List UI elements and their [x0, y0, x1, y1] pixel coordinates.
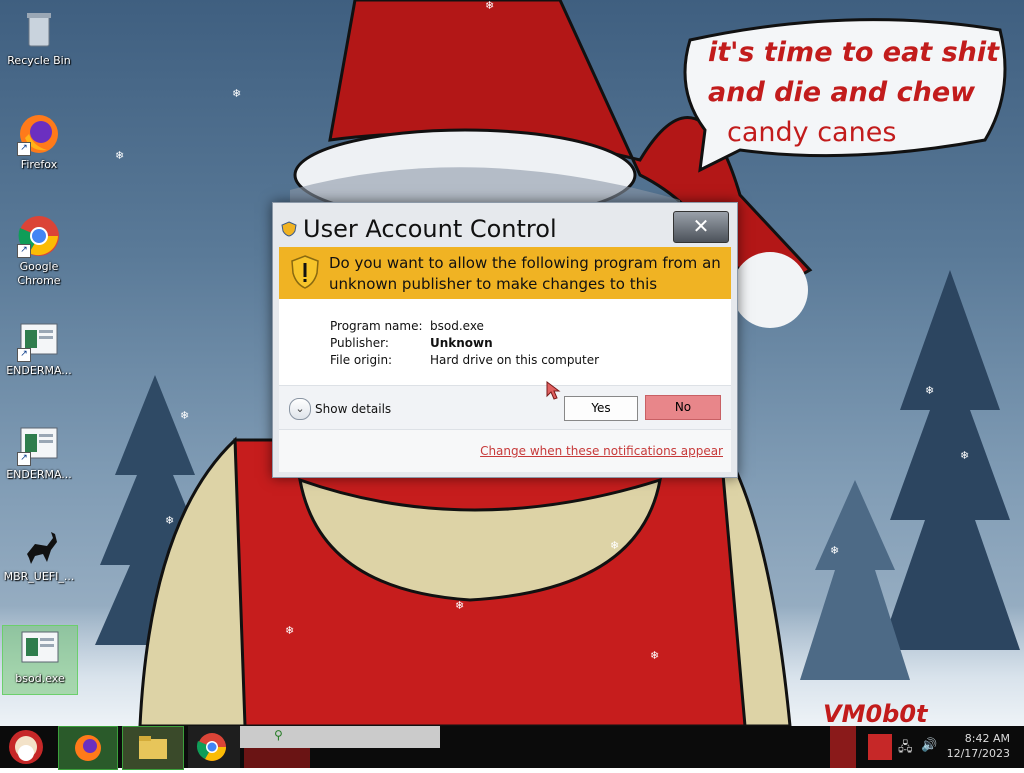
snowflake: ❄: [650, 649, 660, 662]
shortcut-arrow-icon: ↗: [17, 452, 31, 466]
taskbar-firefox[interactable]: [58, 726, 118, 770]
watermark-text: VM0b0t: [823, 700, 928, 726]
snowflake: ❄: [925, 384, 935, 397]
shortcut-arrow-icon: ↗: [17, 244, 31, 258]
program-name-value: bsod.exe: [430, 319, 484, 333]
close-button[interactable]: ✕: [673, 211, 729, 243]
program-icon: ↗: [17, 318, 61, 362]
desktop-icon-enderman-2[interactable]: ↗ ENDERMA...: [2, 422, 76, 482]
folder-icon: [139, 736, 167, 759]
clock-time: 8:42 AM: [964, 732, 1010, 745]
snowflake: ❄: [165, 514, 175, 527]
uac-shield-small-icon: [281, 221, 297, 241]
change-notifications-link[interactable]: Change when these notifications appear: [480, 444, 723, 458]
file-origin-value: Hard drive on this computer: [430, 353, 600, 367]
snowflake: ❄: [960, 449, 970, 462]
program-icon: [18, 626, 62, 670]
chrome-icon: [196, 733, 226, 761]
snowflake: ❄: [455, 599, 465, 612]
shortcut-arrow-icon: ↗: [17, 142, 31, 156]
speech-line-3: candy canes: [727, 117, 897, 148]
start-button[interactable]: [0, 726, 52, 768]
desktop-icon-label: ENDERMA...: [6, 364, 72, 377]
publisher-value: Unknown: [430, 336, 493, 350]
snowflake: ❄: [830, 544, 840, 557]
desktop-icon-label: Firefox: [20, 158, 58, 171]
publisher-label: Publisher:: [330, 336, 389, 350]
deer-icon: [17, 524, 61, 568]
speech-line-2: and die and chew: [708, 77, 976, 108]
taskbar-app-button[interactable]: [244, 748, 310, 768]
volume-icon[interactable]: 🔊: [921, 738, 937, 753]
warning-shield-icon: [291, 255, 319, 293]
taskbar: ⚲ 🖧 🔊 8:42 AM 12/17/2023: [0, 726, 1024, 770]
firefox-icon: ↗: [17, 112, 61, 156]
shortcut-arrow-icon: ↗: [17, 348, 31, 362]
firefox-icon: [75, 735, 101, 761]
desktop-icon-mbr-uefi[interactable]: MBR_UEFI_...: [2, 524, 76, 584]
recycle-bin-icon: [17, 8, 61, 52]
snowflake: ❄: [285, 624, 295, 637]
chrome-icon: ↗: [17, 214, 61, 258]
snowflake: ❄: [232, 87, 242, 100]
uac-titlebar[interactable]: User Account Control: [281, 209, 661, 243]
snowflake: ❄: [610, 539, 620, 552]
snowflake: ❄: [180, 409, 190, 422]
snowflake: ❄: [115, 149, 125, 162]
program-name-label: Program name:: [330, 319, 423, 333]
desktop-icon-firefox[interactable]: ↗ Firefox: [2, 112, 76, 172]
tray-flag-icon[interactable]: [868, 734, 892, 760]
tray-app-icon[interactable]: [830, 726, 856, 768]
desktop-icon-label: Google Chrome: [17, 260, 61, 287]
snowflake: ❄: [485, 0, 495, 12]
desktop-icon-label: Recycle Bin: [7, 54, 71, 67]
search-icon: ⚲: [274, 728, 283, 742]
uac-action-area: ⌄ Show details Yes No: [279, 385, 731, 430]
uac-details: Program name: bsod.exe Publisher: Unknow…: [279, 299, 731, 385]
uac-warning-banner: Do you want to allow the following progr…: [279, 247, 731, 314]
clock-date: 12/17/2023: [946, 747, 1010, 760]
desktop-icon-label: bsod.exe: [15, 672, 65, 685]
mouse-cursor-icon: [546, 381, 561, 400]
taskbar-search-box[interactable]: ⚲: [240, 726, 440, 748]
taskbar-chrome[interactable]: [188, 726, 240, 768]
chevron-down-icon[interactable]: ⌄: [289, 398, 311, 420]
file-origin-label: File origin:: [330, 353, 393, 367]
desktop-icon-bsod[interactable]: bsod.exe: [2, 625, 78, 695]
system-clock[interactable]: 8:42 AM 12/17/2023: [947, 731, 1010, 761]
desktop-icon-enderman-1[interactable]: ↗ ENDERMA...: [2, 318, 76, 378]
uac-title: User Account Control: [303, 215, 557, 243]
desktop-icon-chrome[interactable]: ↗ Google Chrome: [2, 214, 76, 288]
desktop-icon-recycle-bin[interactable]: Recycle Bin: [2, 8, 76, 68]
program-icon: ↗: [17, 422, 61, 466]
network-icon[interactable]: 🖧: [898, 738, 913, 760]
uac-dialog: User Account Control ✕ Do you want to al…: [272, 202, 738, 478]
speech-line-1: it's time to eat shit: [708, 37, 1000, 68]
uac-footer: Change when these notifications appear: [279, 429, 731, 472]
yes-button[interactable]: Yes: [564, 396, 638, 421]
desktop-icon-label: MBR_UEFI_...: [3, 570, 75, 583]
taskbar-file-explorer[interactable]: [122, 726, 184, 770]
show-details-toggle[interactable]: Show details: [315, 402, 391, 416]
no-button[interactable]: No: [645, 395, 721, 420]
desktop-icon-label: ENDERMA...: [6, 468, 72, 481]
